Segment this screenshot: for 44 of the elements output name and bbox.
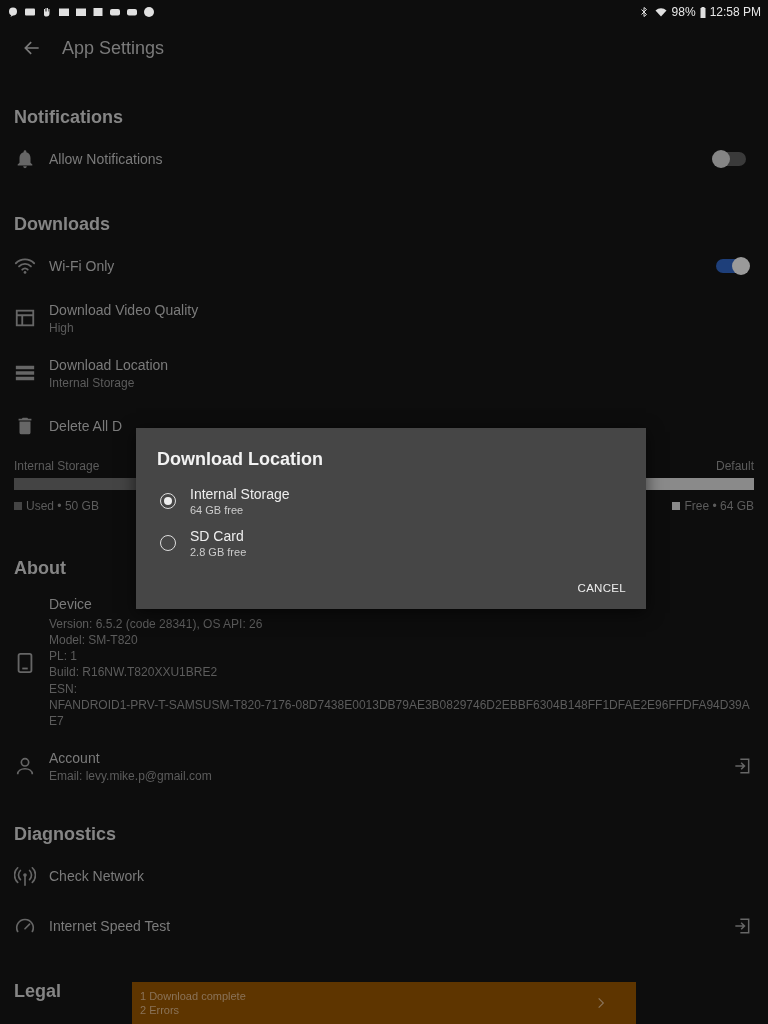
free-legend: Free • 64 GB xyxy=(672,498,754,514)
info-line: ESN: xyxy=(49,680,78,697)
status-text: 2 Errors xyxy=(140,1003,181,1017)
storage-label: Internal Storage xyxy=(14,457,100,474)
setting-label: Device xyxy=(49,595,93,612)
info-line: NFANDROID1-PRV-T-SAMSUSM-T820-7176-08D7438E0013DB79AE3B0829746D2EBBF6304B148FF1DFAE2E96FFDFA94D39AE7 xyxy=(49,697,751,730)
section-header: Downloads xyxy=(14,213,110,236)
setting-label: Wi-Fi Only xyxy=(49,256,116,276)
hand-icon xyxy=(41,6,53,18)
setting-label: Allow Notifications xyxy=(49,149,164,169)
option-label[interactable]: Internal Storage xyxy=(190,485,290,503)
dialog-title: Download Location xyxy=(157,448,324,470)
section-header: Legal xyxy=(14,980,61,1004)
setting-value: Internal Storage xyxy=(49,374,136,392)
setting-label: Internet Speed Test xyxy=(49,916,172,936)
setting-label: Delete All D xyxy=(49,416,124,436)
page-title: App Settings xyxy=(62,37,165,59)
info-line: Build: R16NW.T820XXU1BRE2 xyxy=(49,664,219,681)
info-line: Version: 6.5.2 (code 28341), OS API: 26 xyxy=(49,615,264,632)
antenna-icon xyxy=(14,864,36,887)
setting-label: Download Location xyxy=(49,355,170,375)
option-detail: 64 GB free xyxy=(190,502,245,517)
info-line: Model: SM-T820 xyxy=(49,631,139,649)
setting-label: Account xyxy=(49,748,101,768)
section-header: Diagnostics xyxy=(14,823,117,847)
setting-value: High xyxy=(49,319,75,337)
storage-note: Default xyxy=(715,457,754,474)
option-detail: 2.8 GB free xyxy=(190,544,247,559)
status-text: 1 Download complete xyxy=(140,989,247,1003)
battery-icon xyxy=(699,6,706,18)
cancel-button[interactable]: CANCEL xyxy=(577,574,626,602)
setting-value: Email: levy.mike.p@gmail.com xyxy=(49,767,213,785)
wifi-icon xyxy=(653,6,668,18)
option-label[interactable]: SD Card xyxy=(190,527,247,545)
info-line: PL: 1 xyxy=(49,648,79,665)
setting-label: Download Video Quality xyxy=(49,300,200,320)
used-legend: Used • 50 GB xyxy=(14,498,99,514)
video-frame-icon xyxy=(14,307,36,329)
battery-percent: 98% xyxy=(671,5,696,19)
setting-label: Check Network xyxy=(49,866,145,886)
chat-bubble-icon xyxy=(7,6,19,18)
clock-time: 12:58 PM xyxy=(709,5,761,19)
section-header: Notifications xyxy=(14,106,123,129)
section-header: About xyxy=(14,557,66,580)
